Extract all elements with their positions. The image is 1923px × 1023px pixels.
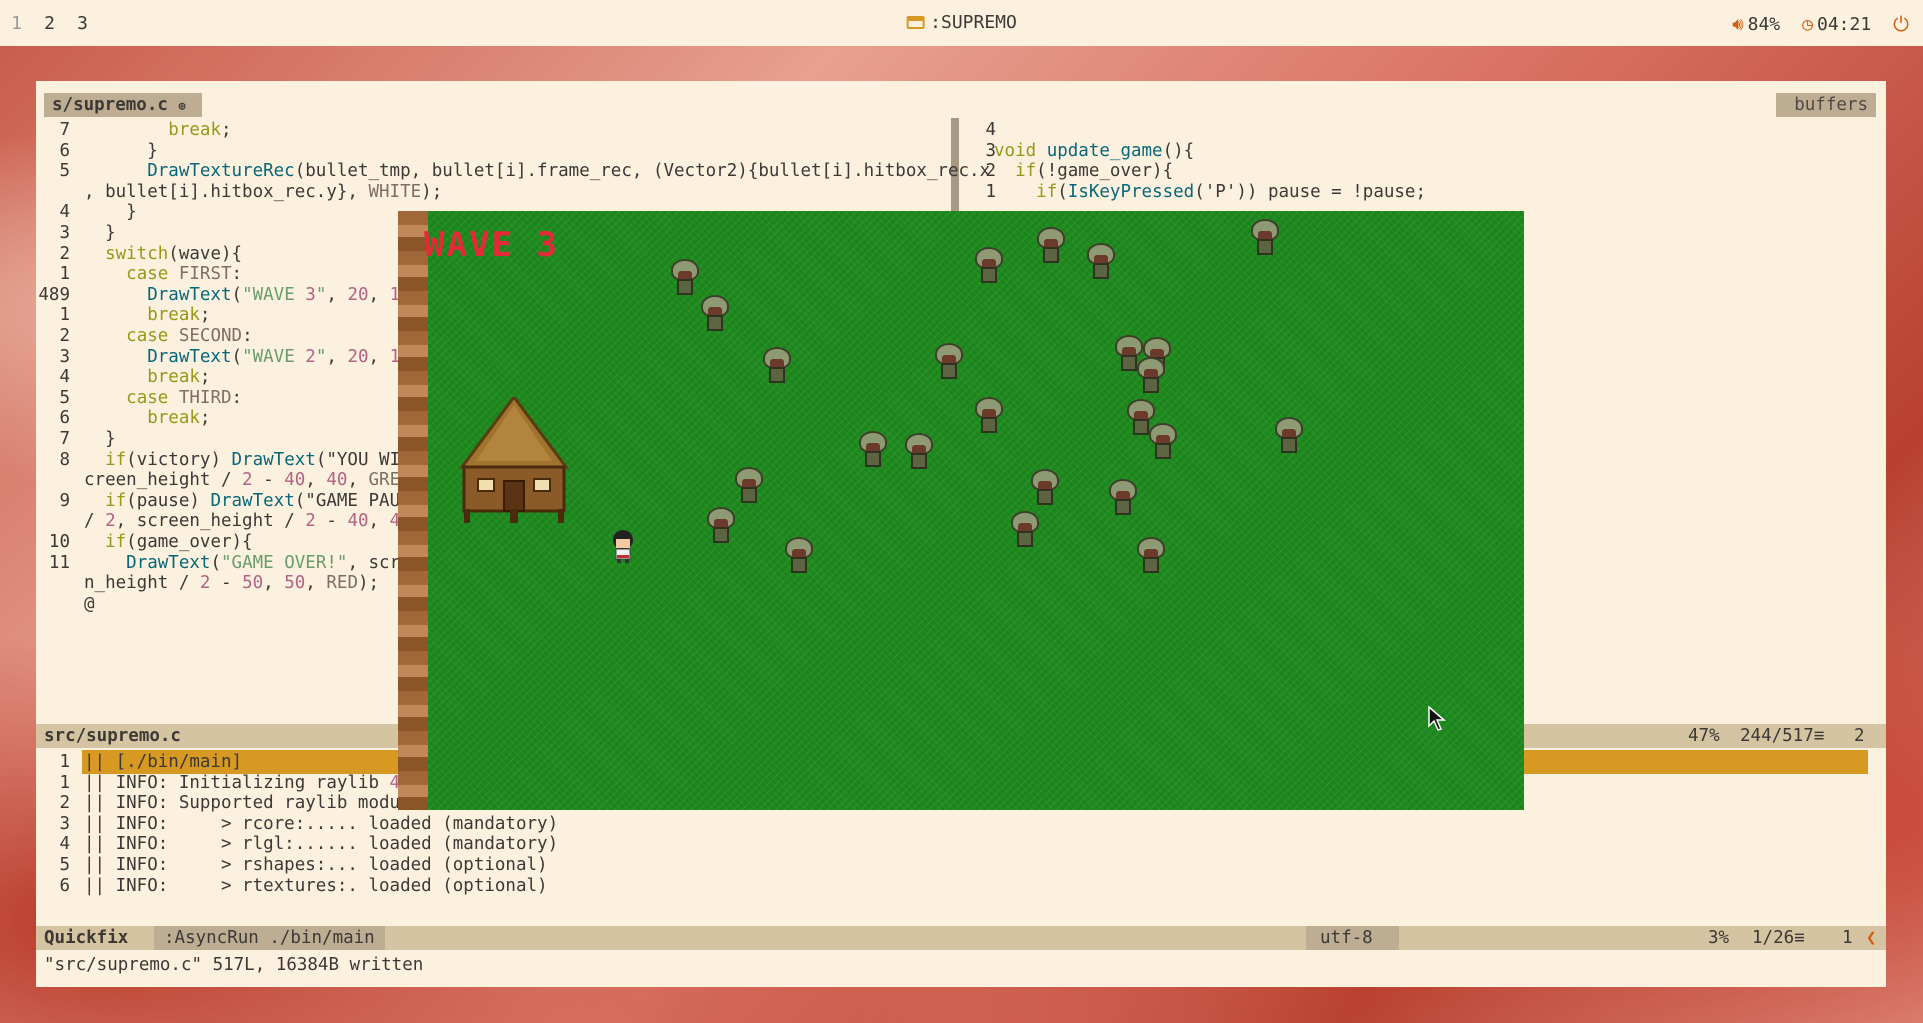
wave-label: WAVE 3 [424, 225, 559, 265]
zombie-sprite [700, 295, 730, 333]
player-sprite [613, 530, 633, 563]
mouse-cursor-icon [1428, 706, 1446, 731]
zombie-sprite [1274, 417, 1304, 455]
quickfix-percent: 3% [1708, 928, 1730, 948]
zombie-sprite [904, 433, 934, 471]
zombie-sprite [762, 347, 792, 385]
quickfix-command: :AsyncRun ./bin/main [154, 926, 385, 950]
zombie-sprite [974, 247, 1004, 285]
volume-value: 84% [1747, 13, 1781, 35]
statusline-filename: src/supremo.c [44, 726, 181, 746]
window-title: :SUPREMO [906, 12, 1017, 33]
command-line: "src/supremo.c" 517L, 16384B written [44, 955, 424, 975]
power-icon[interactable]: ⏻ [1893, 12, 1909, 36]
zombie-sprite [706, 507, 736, 545]
statusline-quickfix: Quickfix :AsyncRun ./bin/main utf-8 3% 1… [36, 926, 1886, 950]
quickfix-column: 1 [1842, 928, 1853, 948]
statusline-column: 2 [1854, 726, 1865, 746]
left-tab-label: s/supremo.c [52, 95, 168, 115]
right-line-number: 1 [985, 181, 996, 202]
quickfix-line-number: 6 [59, 875, 70, 896]
buffers-tab-label: buffers [1794, 95, 1868, 115]
workspace-1[interactable]: 1 [0, 13, 33, 34]
left-code-line[interactable]: , bullet[i].hitbox_rec.y}, WHITE); [84, 180, 442, 205]
quickfix-encoding: utf-8 [1306, 926, 1399, 950]
zombie-sprite [858, 431, 888, 469]
game-window[interactable]: WAVE 3 [398, 211, 1524, 810]
system-tray: 🔊︎ 84% ◷ 04:21 ⏻ [1732, 12, 1909, 36]
statusline-percent: 47% [1688, 726, 1720, 746]
modified-mark-icon: ⊕ [178, 99, 186, 113]
zombie-sprite [1036, 227, 1066, 265]
zombie-sprite [670, 259, 700, 297]
clock-icon: ◷ [1802, 13, 1813, 35]
zombie-sprite [1136, 537, 1166, 575]
clock-value: 04:21 [1816, 13, 1872, 35]
zombie-sprite [1148, 423, 1178, 461]
zombie-sprite [1108, 479, 1138, 517]
workspace-3[interactable]: 3 [66, 13, 99, 34]
clock-indicator: ◷ 04:21 [1802, 14, 1871, 35]
zombie-sprite [1010, 511, 1040, 549]
zombie-sprite [784, 537, 814, 575]
dirt-edge [398, 211, 428, 810]
speaker-icon: 🔊︎ [1732, 13, 1744, 35]
left-code-line[interactable]: @ [84, 592, 95, 617]
quickfix-mode-label: Quickfix [44, 928, 129, 948]
right-code-line[interactable]: if(IsKeyPressed('P')) pause = !pause; [994, 180, 1426, 205]
window-title-text: :SUPREMO [930, 12, 1017, 33]
zombie-sprite [934, 343, 964, 381]
zombie-sprite [1250, 219, 1280, 257]
top-bar: 1 2 3 :SUPREMO 🔊︎ 84% ◷ 04:21 ⏻ [0, 0, 1923, 46]
arrow-left-icon: ❮ [1866, 928, 1877, 948]
statusline-position: 244/517≡ [1740, 726, 1825, 746]
quickfix-code-line[interactable]: || INFO: > rtextures:. loaded (optional) [84, 874, 548, 899]
hut-sprite [459, 397, 569, 523]
zombie-sprite [734, 467, 764, 505]
left-line-number [30, 592, 70, 617]
workspace-2[interactable]: 2 [33, 13, 66, 34]
left-code-line[interactable]: n_height / 2 - 50, 50, RED); [84, 571, 379, 596]
zombie-sprite [974, 397, 1004, 435]
zombie-sprite [1136, 357, 1166, 395]
volume-indicator[interactable]: 🔊︎ 84% [1732, 14, 1780, 35]
buffers-tab[interactable]: buffers [1776, 93, 1876, 117]
left-tab[interactable]: s/supremo.c ⊕ [44, 93, 202, 117]
window-icon [906, 16, 925, 29]
zombie-sprite [1030, 469, 1060, 507]
quickfix-position: 1/26≡ [1752, 928, 1805, 948]
zombie-sprite [1086, 243, 1116, 281]
